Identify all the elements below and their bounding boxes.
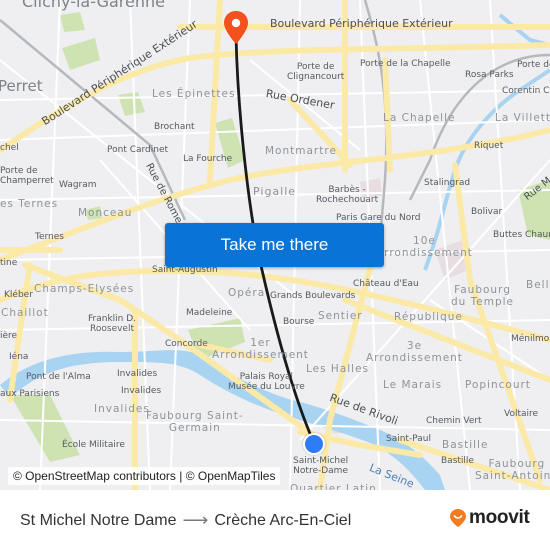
map-label-faubourg-st-germain: Faubourg Saint- Germain — [146, 410, 244, 435]
map-label-porte-chapelle: Porte de la Chapelle — [360, 59, 451, 69]
map-label-kleber: Kléber — [4, 290, 33, 300]
map-label-iere: ière — [0, 331, 18, 341]
map-label-la-villette: La Villette — [495, 112, 550, 124]
map-label-bolivar: Bolivar — [471, 207, 503, 217]
footer-bar: St Michel Notre Dame ⟶ Crèche Arc-En-Cie… — [0, 490, 550, 550]
map-label-franklin-roosevelt: Franklin D. Roosevelt — [88, 314, 137, 335]
railways — [0, 0, 550, 241]
map-label-popincourt: Popincourt — [465, 379, 531, 391]
park-champ-de-mars — [10, 395, 80, 462]
map-label-les-ternes: es Ternes — [0, 198, 59, 210]
moovit-logo[interactable]: moovit — [449, 507, 530, 529]
map-label-saint-michel: Saint-Michel Notre-Dame — [293, 456, 349, 477]
map-label-champs-elysees: Champs-Elysées — [34, 283, 135, 295]
map-label-concorde: Concorde — [165, 339, 208, 349]
arrow-right-icon: ⟶ — [182, 510, 209, 530]
map-label-pont-alma: Pont de l'Alma — [26, 372, 91, 382]
map-label-ecole-militaire: École Militaire — [62, 440, 125, 450]
map-label-pont-cardinet: Pont Cardinet — [107, 145, 169, 155]
map-label-saint-paul: Saint-Paul — [386, 434, 431, 444]
map-label-corentin: Corentin Ca — [502, 86, 550, 96]
map-label-buttes-chaumont: Buttes Chaum — [493, 230, 550, 240]
park-northwest — [62, 38, 100, 70]
map-label-bastille-district: Bastille — [442, 439, 489, 451]
map-label-grands-boulevards: Grands Boulevards — [270, 291, 356, 301]
map-label-1er-arrondissement: 1er Arrondissement — [212, 337, 309, 362]
moovit-wordmark: moovit — [469, 507, 530, 528]
map-label-sentier: Sentier — [318, 310, 363, 322]
route-title: St Michel Notre Dame ⟶ Crèche Arc-En-Cie… — [20, 510, 351, 531]
origin-marker-icon[interactable] — [303, 433, 325, 455]
map-label-chateau-deau: Château d'Eau — [353, 279, 419, 289]
map-label-belleville: Belle — [526, 279, 550, 291]
map-label-chaillot: Chaillot — [1, 307, 49, 319]
map-label-invalides-1: Invalides — [117, 369, 158, 379]
map-label-le-marais: Le Marais — [383, 379, 443, 391]
map-label-palais-royal: Palais Royal Musée du Louvre — [228, 372, 305, 393]
map-label-la-fourche: La Fourche — [183, 154, 233, 164]
map-label-bd-peripherique-north: Boulevard Périphérique Extérieur — [270, 17, 453, 30]
map-label-voltaire: Voltaire — [504, 409, 539, 419]
map-label-gare-du-nord: Paris Gare du Nord — [336, 213, 421, 223]
route-origin: St Michel Notre Dame — [20, 511, 177, 529]
map-label-les-epinettes: Les Épinettes — [152, 88, 236, 100]
map-label-bastille: Bastille — [441, 456, 474, 466]
map-attribution[interactable]: © OpenStreetMap contributors | © OpenMap… — [8, 467, 281, 485]
map-label-brochant: Brochant — [154, 122, 195, 132]
map-label-3e-arrondissement: 3e Arrondissement — [366, 340, 463, 365]
map-label-chel: chel — [0, 143, 19, 153]
moovit-pin-icon — [450, 509, 466, 527]
destination-pin-icon[interactable] — [222, 10, 250, 46]
map-view[interactable]: Clichy-la-Garenne Perret Boulevard Périp… — [0, 0, 550, 490]
map-label-iena: Iéna — [9, 352, 29, 362]
map-label-egouts: aux Parisiens — [0, 389, 60, 399]
map-label-pigalle: Pigalle — [253, 185, 297, 198]
map-label-porte-champerret: Porte de Champerret — [0, 166, 54, 187]
map-label-stalingrad: Stalingrad — [424, 178, 471, 188]
map-label-10e-arrondissement: 10e Arrondissement — [376, 235, 473, 260]
map-label-invalides-district: Invalides — [94, 403, 150, 415]
map-label-saint-augustin: Saint-Augustin — [152, 265, 218, 275]
take-me-there-button[interactable]: Take me there — [165, 223, 384, 267]
map-label-riquet: Riquet — [474, 141, 504, 151]
map-label-faubourg-temple: Faubourg du Temple — [451, 284, 515, 309]
map-label-rosa-parks: Rosa Parks — [465, 70, 514, 80]
map-label-la-chapelle: La Chapelle — [383, 112, 456, 124]
map-label-opera: Opéra — [228, 287, 266, 299]
map-label-perret: Perret — [0, 77, 43, 95]
map-label-republique: République — [394, 311, 463, 323]
map-label-etoile: tine — [0, 258, 18, 268]
route-destination: Crèche Arc-En-Ciel — [214, 511, 352, 529]
map-label-barbes: Barbès - Rochechouart — [316, 185, 379, 206]
map-label-menilmontant: Ménilmon — [511, 334, 550, 344]
map-label-invalides-2: Invalides — [121, 386, 162, 396]
map-label-chemin-vert: Chemin Vert — [426, 416, 482, 426]
map-label-madeleine: Madeleine — [186, 308, 233, 318]
map-label-monceau: Monceau — [78, 207, 133, 219]
map-label-porte-clignancourt: Porte de Clignancourt — [287, 62, 345, 83]
park-north — [60, 12, 85, 32]
map-label-wagram: Wagram — [59, 180, 97, 190]
map-label-ternes: Ternes — [35, 232, 64, 242]
map-label-faubourg-st-antoine: Faubourg Saint-Antoine — [475, 458, 550, 483]
map-label-porte-de: Porte de — [517, 60, 550, 70]
map-label-clichy: Clichy-la-Garenne — [22, 0, 165, 11]
map-label-les-halles: Les Halles — [306, 363, 370, 375]
park-batignolles — [118, 92, 145, 116]
map-label-montmartre: Montmartre — [265, 145, 337, 157]
map-label-bourse: Bourse — [283, 317, 315, 327]
